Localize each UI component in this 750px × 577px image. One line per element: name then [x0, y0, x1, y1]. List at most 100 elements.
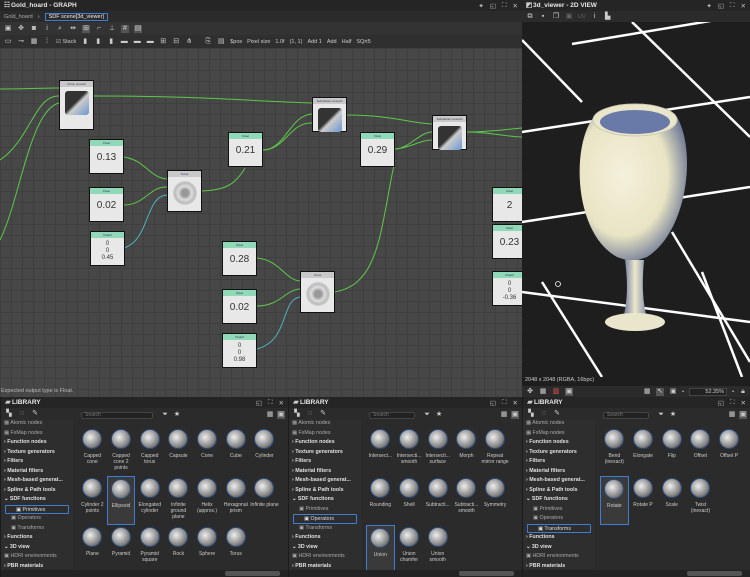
tree-item-texture-generators[interactable]: › Texture generators — [523, 448, 595, 458]
edit-icon[interactable]: ✎ — [31, 410, 39, 418]
grid-view-icon[interactable]: ▣ — [277, 411, 285, 419]
filter-icon[interactable]: ⏷ — [657, 411, 665, 419]
graph-node-float3[interactable]: Float3 0 0 0.98 — [222, 333, 257, 368]
graph-node-float[interactable]: Float 0.21 — [228, 132, 263, 167]
filter-icon[interactable]: ⏷ — [161, 411, 169, 419]
copy-icon[interactable]: ⧉ — [526, 13, 534, 21]
refresh-icon[interactable]: ◌ — [306, 410, 314, 418]
tree-item-sdf-functions[interactable]: ⌄ SDF functions — [523, 495, 595, 505]
tree-item-primitives[interactable]: ▣ Primitives — [289, 505, 361, 515]
tree-item-filters[interactable]: › Filters — [289, 457, 361, 467]
tree-item-primitives[interactable]: ▣ Primitives — [5, 504, 69, 514]
tree-item-transforms[interactable]: ▣ Transforms — [289, 524, 361, 534]
tree-item-hdri-environments[interactable]: ▣ HDRI environments — [289, 552, 361, 562]
tree-item-primitives[interactable]: ▣ Primitives — [523, 505, 595, 515]
node-vector[interactable]: 0 0 0.45 — [91, 238, 124, 262]
tree-item-operators[interactable]: ▣ Operators — [1, 514, 73, 524]
node-value[interactable]: 0.21 — [229, 139, 262, 162]
node-vector[interactable]: 0 0 -0.36 — [493, 278, 522, 302]
node-value[interactable]: 0.02 — [90, 194, 123, 217]
graph-node-float[interactable]: Float 0.02 — [89, 187, 124, 222]
add-library-icon[interactable]: ▚ — [293, 410, 301, 418]
horizontal-scrollbar[interactable] — [523, 570, 750, 577]
library-item[interactable]: Elongated cylinder — [135, 476, 164, 525]
tree-item-function-nodes[interactable]: › Function nodes — [1, 438, 73, 448]
library-item[interactable]: Intersect... — [366, 427, 395, 476]
tree-item-fxmap-nodes[interactable]: ▦ FxMap nodes — [1, 429, 73, 439]
tree-item-filters[interactable]: › Filters — [523, 457, 595, 467]
library-item[interactable]: Hexagonal prism — [221, 476, 250, 525]
histogram-icon[interactable]: ▙ — [604, 13, 612, 21]
display-icon[interactable]: ▣ — [565, 387, 573, 396]
library-item[interactable]: Rotate — [600, 476, 629, 525]
zoom-out-button[interactable]: • — [682, 389, 684, 395]
node-value[interactable]: 2 — [493, 194, 522, 217]
maximize-icon[interactable]: ⛶ — [502, 399, 507, 407]
save-icon[interactable]: ▪ — [539, 13, 547, 21]
library-item[interactable]: Capsule — [164, 427, 193, 476]
refresh-icon[interactable]: ◌ — [18, 410, 26, 418]
favorites-icon[interactable]: ★ — [669, 411, 677, 419]
tree-item-function-nodes[interactable]: › Function nodes — [523, 438, 595, 448]
tree-item-transforms[interactable]: ▣ Transforms — [527, 523, 591, 533]
library-item[interactable]: Intersecti... surface — [423, 427, 452, 476]
viewport-3d[interactable] — [522, 22, 750, 377]
favorites-icon[interactable]: ★ — [435, 411, 443, 419]
maximize-icon[interactable]: ⛶ — [730, 2, 735, 10]
library-item[interactable]: Pyramid square — [135, 525, 164, 574]
list-view-icon[interactable]: ▦ — [500, 411, 508, 419]
tree-item-atomic-nodes[interactable]: ▦ Atomic nodes — [289, 419, 361, 429]
grid-view-icon[interactable]: ▣ — [739, 411, 747, 419]
graph-node-op[interactable]: Subtraction smooth — [432, 115, 467, 150]
scrollbar-thumb[interactable] — [687, 571, 742, 576]
library-item[interactable]: Capped torus — [135, 427, 164, 476]
alpha-icon[interactable]: ▦ — [539, 388, 547, 396]
node-value[interactable]: 0.13 — [90, 146, 123, 169]
library-item[interactable]: Subtracti... — [423, 476, 452, 525]
tree-item-material-filters[interactable]: › Material filters — [289, 467, 361, 477]
tree-item-mesh-based-generat[interactable]: › Mesh-based generat... — [523, 476, 595, 486]
rgb-icon[interactable]: ▥ — [552, 388, 560, 396]
tree-item-mesh-based-generat[interactable]: › Mesh-based generat... — [289, 476, 361, 486]
tree-item-filters[interactable]: › Filters — [1, 457, 73, 467]
float-icon[interactable]: ◱ — [718, 399, 724, 407]
library-item[interactable]: Cylinder — [250, 427, 279, 476]
library-item[interactable]: Rock — [164, 525, 193, 574]
tree-item-functions[interactable]: › Functions — [523, 533, 595, 543]
list-view-icon[interactable]: ▦ — [728, 411, 736, 419]
tree-item-hdri-environments[interactable]: ▣ HDRI environments — [523, 552, 595, 562]
library-search-input[interactable]: Search — [81, 412, 153, 419]
float-icon[interactable]: ◱ — [490, 399, 496, 407]
library-item[interactable]: Infinite plane — [250, 476, 279, 525]
tree-item-sdf-functions[interactable]: ⌄ SDF functions — [1, 495, 73, 505]
tree-item-fxmap-nodes[interactable]: ▦ FxMap nodes — [523, 429, 595, 439]
library-item[interactable]: Capped cone 2 points — [107, 427, 136, 476]
library-item[interactable]: Cylinder 2 points — [78, 476, 107, 525]
graph-node-op[interactable]: Torus — [167, 170, 202, 212]
grid-toggle-icon[interactable]: ▦ — [643, 388, 651, 396]
tree-item-operators[interactable]: ▣ Operators — [293, 514, 357, 524]
refresh-icon[interactable]: ◌ — [540, 410, 548, 418]
tree-item-3d-view[interactable]: ⌄ 3D view — [523, 543, 595, 553]
horizontal-scrollbar[interactable] — [289, 570, 522, 577]
graph-node-op[interactable]: Subtraction smooth — [312, 97, 347, 132]
node-value[interactable]: 0.29 — [361, 139, 394, 162]
channels-icon[interactable]: ▣ — [565, 13, 573, 21]
library-item[interactable]: Symmetry — [481, 476, 510, 525]
graph-node-op[interactable]: Torus — [300, 271, 335, 313]
close-icon[interactable]: ✕ — [513, 399, 518, 407]
library-search-input[interactable]: Search — [369, 412, 415, 419]
edit-icon[interactable]: ✎ — [553, 410, 561, 418]
tree-item-spline-path-tools[interactable]: › Spline & Path tools — [1, 486, 73, 496]
library-item[interactable]: Cone — [193, 427, 222, 476]
lock-icon[interactable]: 🔒︎ — [739, 388, 747, 396]
tree-item-functions[interactable]: › Functions — [1, 533, 73, 543]
library-item[interactable]: Subtracti... smooth — [452, 476, 481, 525]
tree-item-functions[interactable]: › Functions — [289, 533, 361, 543]
library-item[interactable]: Union smooth — [423, 525, 452, 574]
graph-node-float[interactable]: Float 0.29 — [360, 132, 395, 167]
library-item[interactable]: Repeat mirror range — [481, 427, 510, 476]
tree-item-mesh-based-generat[interactable]: › Mesh-based generat... — [1, 476, 73, 486]
scrollbar-thumb[interactable] — [225, 571, 280, 576]
graph-node-float[interactable]: Float 0.02 — [222, 289, 257, 324]
